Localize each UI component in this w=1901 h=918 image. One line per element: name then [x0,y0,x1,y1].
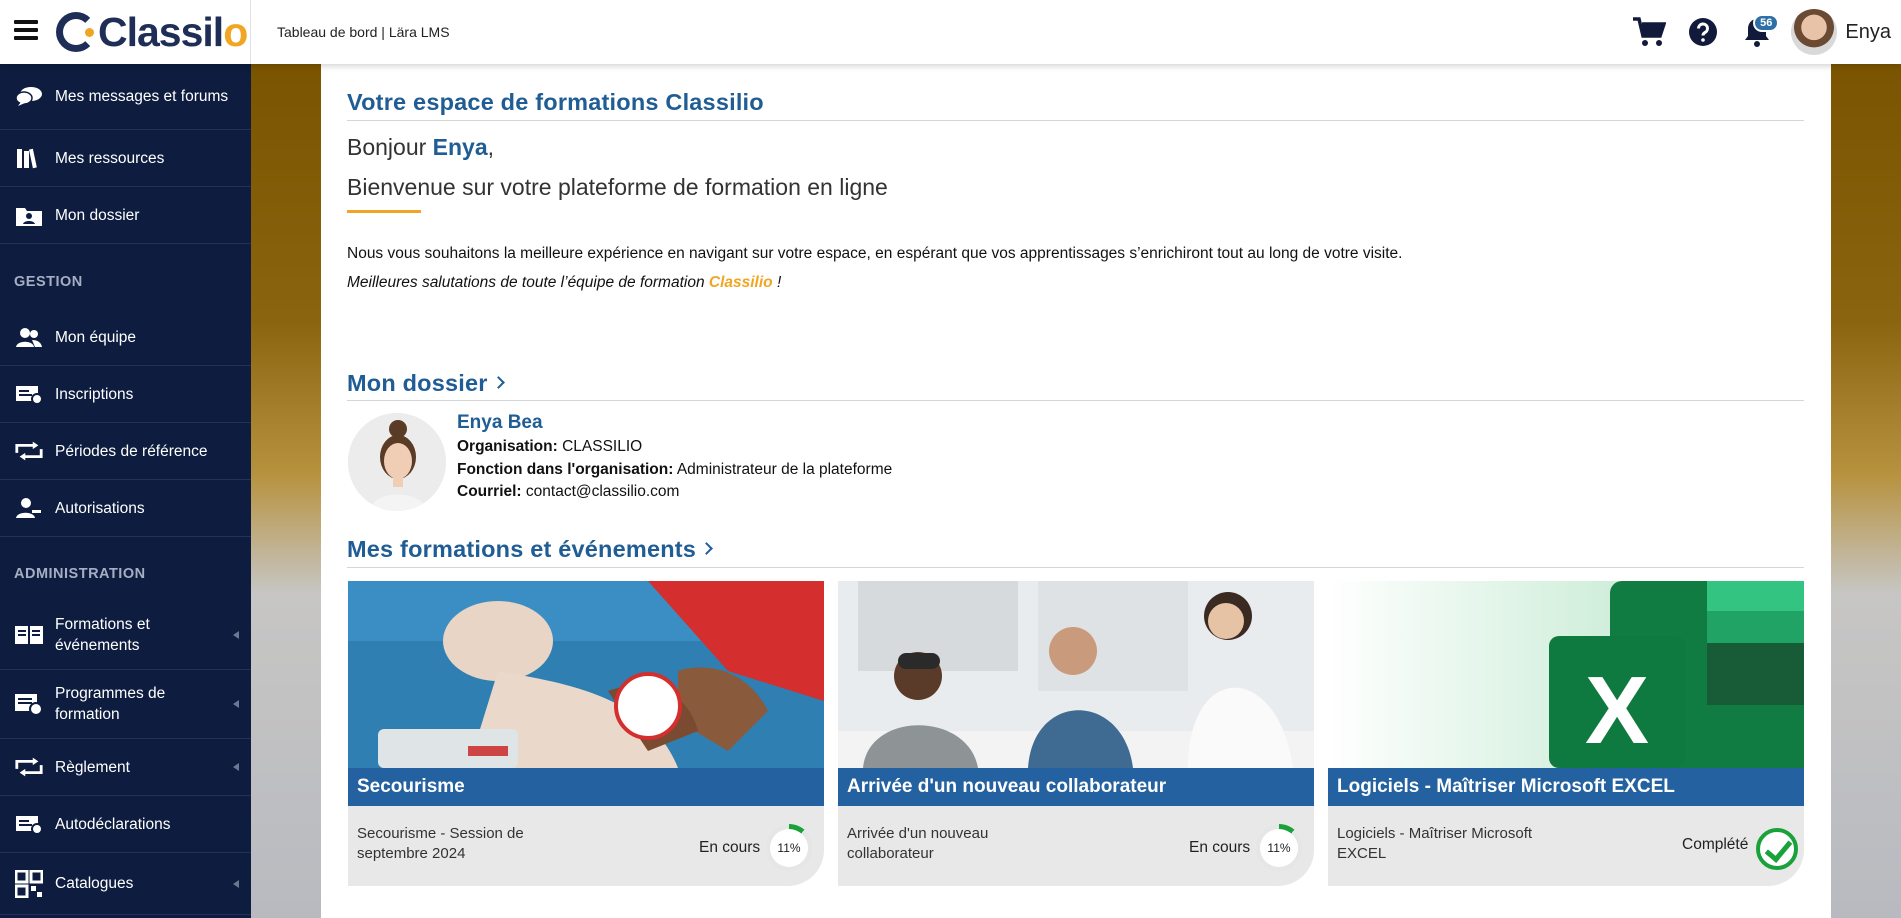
section-title-dossier[interactable]: Mon dossier [347,370,505,397]
registrations-icon [14,382,44,406]
top-bar: Classilo Tableau de bord | Lära LMS 56 E… [0,0,1901,64]
sidebar-item-programmes[interactable]: Programmes de formation [0,670,251,739]
profile-organisation: Organisation: CLASSILIO [457,438,643,455]
section-divider [347,120,1804,121]
accent-underline [347,210,421,213]
section-title-formations[interactable]: Mes formations et événements [347,536,713,563]
progress-ring: 11% [1255,824,1303,872]
books-icon [14,146,44,170]
sidebar-item-authorisations[interactable]: Autorisations [0,480,251,537]
help-icon[interactable] [1683,12,1723,52]
course-card-secourisme[interactable]: Secourisme Secourisme - Session de septe… [348,581,824,886]
user-name[interactable]: Enya [1845,21,1891,44]
sidebar-item-label: Règlement [55,758,130,776]
course-title: Logiciels - Maîtriser Microsoft EXCEL [1328,768,1804,806]
expand-caret-icon [233,631,239,639]
course-image-secourisme [348,581,824,768]
sidebar-item-team[interactable]: Mon équipe [0,309,251,366]
sidebar-heading-gestion: GESTION [14,274,83,290]
periods-icon [14,439,44,463]
course-title: Arrivée d'un nouveau collaborateur [838,768,1314,806]
section-title-espace: Votre espace de formations Classilio [347,89,764,115]
sidebar-item-resources[interactable]: Mes ressources [0,130,251,187]
sidebar-item-label: Autodéclarations [55,815,171,833]
section-divider [347,400,1804,401]
section-divider [347,567,1804,568]
sidebar-item-label: Mes messages et forums [55,88,229,105]
sidebar-item-label: Autorisations [55,499,145,517]
chevron-right-icon [491,376,505,390]
qr-grid-icon [14,869,44,898]
sidebar-item-periods[interactable]: Périodes de référence [0,423,251,480]
declaration-icon [14,812,44,836]
intro-text: Nous vous souhaitons la meilleure expéri… [347,245,1403,262]
sidebar-item-label: Inscriptions [55,385,134,403]
notifications-bell-icon[interactable]: 56 [1737,12,1780,52]
sidebar-item-reglement[interactable]: Règlement [0,739,251,796]
team-icon [14,325,44,349]
excel-letter: X [1585,657,1649,764]
sidebar-item-inscriptions[interactable]: Inscriptions [0,366,251,423]
course-image-onboarding [838,581,1314,768]
sidebar-item-label: Catalogues [55,875,134,892]
sidebar-item-label: Mon dossier [55,206,140,224]
rules-icon [14,755,44,779]
cart-icon[interactable] [1629,12,1669,52]
greeting: Bonjour Enya, [347,134,495,160]
user-avatar[interactable] [1791,9,1838,55]
chevron-right-icon [700,542,713,556]
sidebar-item-label: Périodes de référence [55,442,208,460]
topbar-actions: 56 Enya [1629,0,1901,64]
progress-ring: 11% [765,824,813,872]
program-icon [14,692,44,716]
course-card-excel[interactable]: X Logiciels - Maîtriser Microsoft EXCEL … [1328,581,1804,886]
sidebar: Mes messages et forums Mes ressources Mo… [0,64,251,918]
logo-wordmark: Classilo [98,8,248,55]
completed-check-icon [1756,828,1798,870]
course-session: Logiciels - Maîtriser Microsoft EXCEL [1337,825,1533,862]
logo-mark [56,12,96,52]
progress-label: 11% [770,829,808,867]
progress-label: 11% [1260,829,1298,867]
profile-photo [348,413,446,511]
chat-icon [14,85,44,109]
profile-name[interactable]: Enya Bea [457,412,543,434]
course-footer: Arrivée d'un nouveau collaborateur En co… [838,806,1314,886]
page-title: Tableau de bord | Lära LMS [277,24,450,40]
classilio-logo[interactable]: Classilo [56,8,248,56]
sidebar-item-formations[interactable]: Formations et événements [0,601,251,670]
course-status: Complété [1682,836,1749,853]
book-open-icon [14,623,44,647]
expand-caret-icon [233,763,239,771]
course-status: En cours [699,839,761,856]
hamburger-menu-icon[interactable] [14,20,38,42]
expand-caret-icon [233,879,239,888]
sidebar-item-catalogues[interactable]: Catalogues [0,853,251,915]
sidebar-item-label: Mes ressources [55,149,165,167]
profile-role: Fonction dans l'organisation: Administra… [457,461,893,478]
sidebar-item-autodeclarations[interactable]: Autodéclarations [0,796,251,853]
sidebar-heading-administration: ADMINISTRATION [14,566,146,582]
sidebar-item-label: Formations et événements [55,616,150,654]
course-session: Arrivée d'un nouveau collaborateur [847,825,989,862]
course-image-excel: X [1328,581,1804,768]
course-footer: Secourisme - Session de septembre 2024 E… [348,806,824,886]
course-session: Secourisme - Session de septembre 2024 [357,825,524,862]
profile-email: Courriel: contact@classilio.com [457,483,680,500]
course-title: Secourisme [348,768,824,806]
welcome-text: Bienvenue sur votre plateforme de format… [347,174,888,200]
notifications-badge: 56 [1753,14,1780,32]
topbar-divider [250,0,251,64]
signature-text: Meilleures salutations de toute l’équipe… [347,274,782,291]
folder-user-icon [14,203,44,227]
course-card-onboarding[interactable]: Arrivée d'un nouveau collaborateur Arriv… [838,581,1314,886]
course-status: En cours [1189,839,1251,856]
user-key-icon [14,496,44,520]
sidebar-item-label: Programmes de formation [55,685,166,723]
sidebar-item-messages[interactable]: Mes messages et forums [0,64,251,130]
sidebar-item-dossier[interactable]: Mon dossier [0,187,251,244]
sidebar-item-label: Mon équipe [55,328,137,346]
expand-caret-icon [233,700,239,708]
course-footer: Logiciels - Maîtriser Microsoft EXCEL Co… [1328,806,1804,886]
